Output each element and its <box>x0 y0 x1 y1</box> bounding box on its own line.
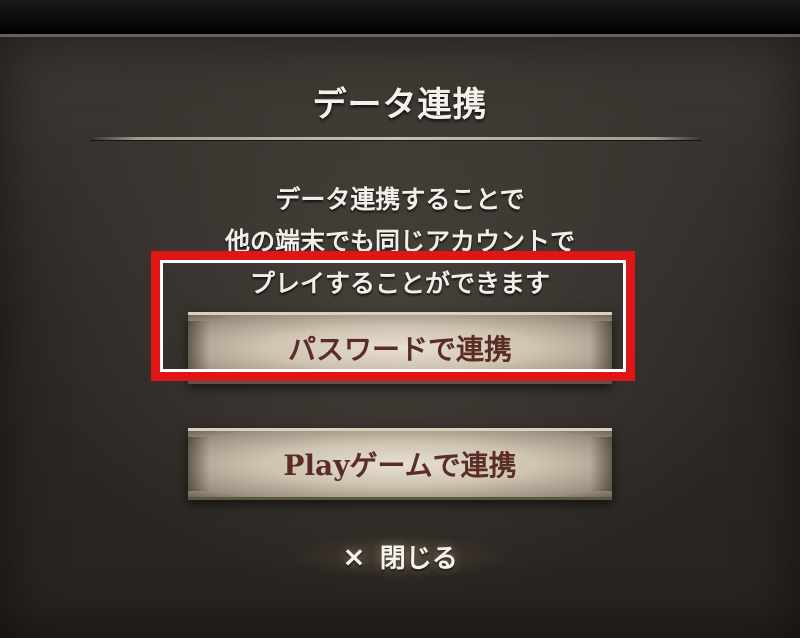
data-link-dialog: データ連携 データ連携することで 他の端末でも同じアカウントで プレイすることが… <box>0 34 800 638</box>
dialog-title: データ連携 <box>312 85 488 125</box>
play-games-link-button[interactable]: Playゲームで連携 <box>188 428 612 500</box>
close-button[interactable]: × 閉じる <box>290 533 510 579</box>
dialog-description: データ連携することで 他の端末でも同じアカウントで プレイすることができます <box>0 179 800 305</box>
close-button-label: 閉じる <box>379 543 458 574</box>
description-line-2: 他の端末でも同じアカウントで <box>224 227 575 256</box>
title-divider <box>90 137 702 140</box>
description-line-1: データ連携することで <box>275 185 525 214</box>
password-link-button[interactable]: パスワードで連携 <box>188 312 612 384</box>
top-strip <box>0 0 800 34</box>
description-line-3: プレイすることができます <box>249 269 550 298</box>
play-games-link-button-label: Playゲームで連携 <box>283 449 517 482</box>
password-link-button-label: パスワードで連携 <box>287 333 512 366</box>
close-icon: × <box>342 539 366 573</box>
